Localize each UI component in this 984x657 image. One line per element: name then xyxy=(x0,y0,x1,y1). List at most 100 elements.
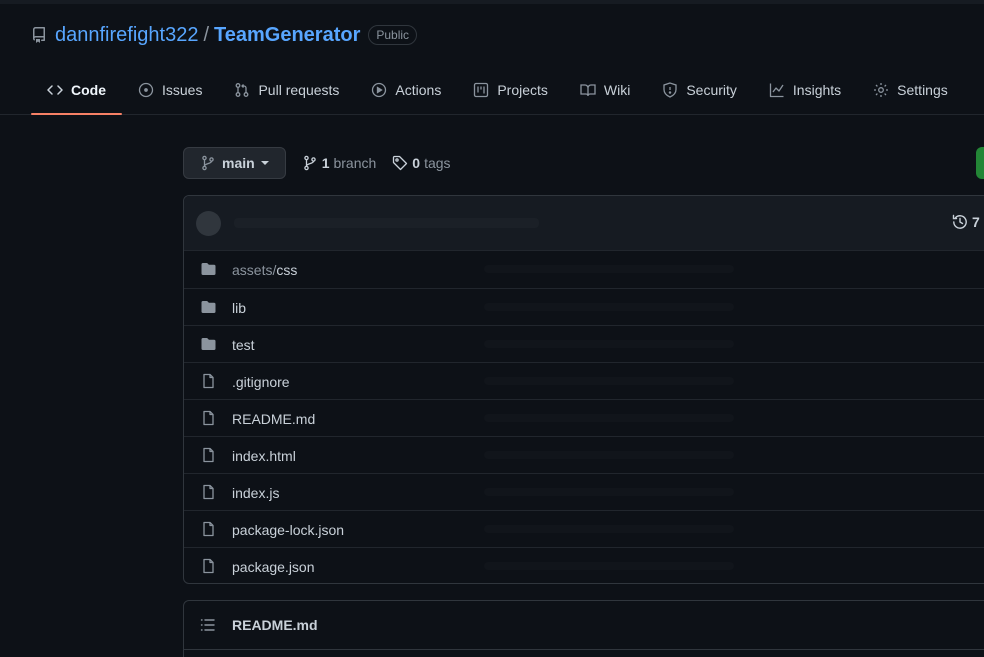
repo-header: dannfirefight322 / TeamGenerator Public … xyxy=(0,4,984,115)
tab-label: Insights xyxy=(792,82,842,98)
file-row[interactable]: package.json xyxy=(184,547,984,583)
tab-insights[interactable]: Insights xyxy=(753,70,857,110)
project-icon xyxy=(474,82,489,98)
tab-projects[interactable]: Projects xyxy=(457,70,564,110)
file-name-link[interactable]: assets/css xyxy=(232,262,297,278)
path-separator: / xyxy=(203,23,210,46)
file-path-prefix: assets/ xyxy=(232,262,277,278)
tab-label: Code xyxy=(71,82,106,98)
file-name: lib xyxy=(232,300,247,316)
repo-tabs: Code Issues Pull requests Actions Projec… xyxy=(31,70,964,115)
chevron-down-icon xyxy=(260,161,269,165)
file-name: README.md xyxy=(232,411,316,427)
file-row[interactable]: lib xyxy=(184,288,984,325)
issue-icon xyxy=(138,82,154,98)
code-icon xyxy=(47,85,63,95)
branch-name: main xyxy=(222,155,255,171)
file-row[interactable]: README.md xyxy=(184,399,984,436)
file-name: .gitignore xyxy=(232,374,290,390)
commit-message-placeholder xyxy=(484,451,734,459)
shield-icon xyxy=(663,82,677,98)
tab-code[interactable]: Code xyxy=(31,70,122,115)
tab-settings[interactable]: Settings xyxy=(857,70,964,110)
commit-message-placeholder xyxy=(234,218,539,228)
file-icon xyxy=(203,484,214,500)
code-dropdown-button[interactable] xyxy=(976,147,984,179)
file-name: index.js xyxy=(232,485,280,501)
commit-count: 7 xyxy=(972,214,980,230)
branch-icon xyxy=(303,155,316,171)
visibility-badge: Public xyxy=(368,25,418,45)
tags-link[interactable]: 0 tags xyxy=(392,155,451,171)
repo-icon xyxy=(32,27,45,43)
commit-message-placeholder xyxy=(484,377,734,385)
repo-owner-link[interactable]: dannfirefight322 xyxy=(55,24,198,47)
commit-message-placeholder xyxy=(484,265,734,273)
tab-issues[interactable]: Issues xyxy=(122,70,218,110)
readme-title: README.md xyxy=(232,617,318,633)
branch-count: 1 xyxy=(321,155,330,171)
history-icon xyxy=(952,214,967,229)
folder-icon xyxy=(201,301,216,313)
tag-label: tags xyxy=(424,155,451,171)
readme-header: README.md xyxy=(184,601,984,650)
commit-message-placeholder xyxy=(484,525,734,533)
file-row[interactable]: index.js xyxy=(184,473,984,510)
commit-message-placeholder xyxy=(484,414,734,422)
file-name: css xyxy=(276,262,298,278)
commit-message-placeholder xyxy=(484,303,734,311)
file-row[interactable]: package-lock.json xyxy=(184,510,984,547)
file-name-link[interactable]: package.json xyxy=(232,559,315,575)
file-name-link[interactable]: index.js xyxy=(232,485,279,501)
commit-message-placeholder xyxy=(484,562,734,570)
file-icon xyxy=(203,558,214,574)
branch-icon xyxy=(202,155,214,171)
file-name: package.json xyxy=(232,559,315,575)
commit-message-placeholder xyxy=(484,340,734,348)
commit-history-link[interactable]: 7 xyxy=(952,214,980,230)
file-name-link[interactable]: .gitignore xyxy=(232,374,290,390)
file-name: index.html xyxy=(232,448,296,464)
file-icon xyxy=(203,521,214,537)
file-name-link[interactable]: test xyxy=(232,337,255,353)
graph-icon xyxy=(769,83,784,98)
tab-wiki[interactable]: Wiki xyxy=(564,70,646,110)
readme-box: README.md xyxy=(183,600,984,657)
file-row[interactable]: test xyxy=(184,325,984,362)
file-row[interactable]: index.html xyxy=(184,436,984,473)
file-row[interactable]: .gitignore xyxy=(184,362,984,399)
file-name: test xyxy=(232,337,255,353)
folder-icon xyxy=(201,338,216,350)
tag-icon xyxy=(393,155,408,171)
list-icon[interactable] xyxy=(200,617,216,633)
book-icon xyxy=(580,84,596,97)
repo-title: dannfirefight322 / TeamGenerator Public xyxy=(31,23,418,47)
file-name-link[interactable]: package-lock.json xyxy=(232,522,344,538)
branch-label: branch xyxy=(333,155,377,171)
folder-icon xyxy=(201,263,216,275)
file-name-link[interactable]: README.md xyxy=(232,411,315,427)
play-icon xyxy=(372,82,387,98)
file-icon xyxy=(203,373,214,389)
file-row[interactable]: assets/css xyxy=(184,251,984,288)
branches-link[interactable]: 1 branch xyxy=(302,155,377,171)
gear-icon xyxy=(874,83,889,97)
tab-label: Projects xyxy=(497,82,548,98)
repo-name-link[interactable]: TeamGenerator xyxy=(214,24,360,47)
file-icon xyxy=(203,410,214,426)
file-list: 7 assets/css lib test .gitignore README.md in… xyxy=(183,195,984,584)
avatar[interactable] xyxy=(196,211,221,236)
tab-label: Settings xyxy=(897,82,948,98)
tab-security[interactable]: Security xyxy=(646,70,753,110)
repo-toolbar: main 1 branch 0 tags xyxy=(183,147,451,179)
tab-actions[interactable]: Actions xyxy=(355,70,457,110)
tab-label: Wiki xyxy=(603,82,631,98)
file-name-link[interactable]: lib xyxy=(232,300,246,316)
file-name-link[interactable]: index.html xyxy=(232,448,296,464)
branch-select-button[interactable]: main xyxy=(183,147,286,179)
tab-pull-requests[interactable]: Pull requests xyxy=(218,70,355,110)
file-name: package-lock.json xyxy=(232,522,345,538)
tab-label: Actions xyxy=(395,82,442,98)
pull-request-icon xyxy=(236,83,249,97)
latest-commit-row: 7 xyxy=(184,196,984,251)
